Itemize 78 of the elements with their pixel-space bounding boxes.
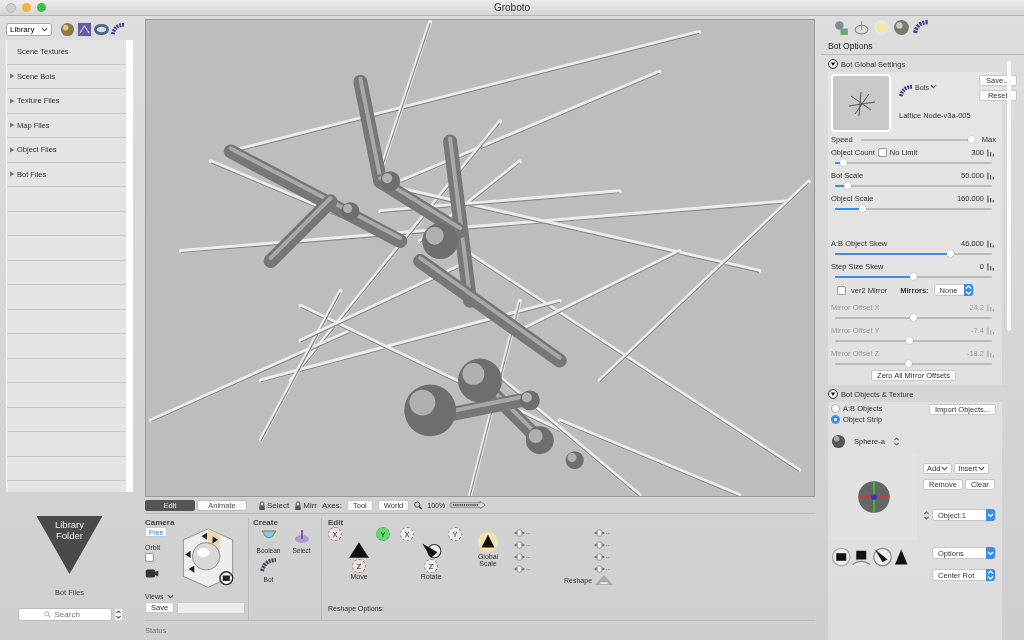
chevron-down-icon <box>41 26 48 32</box>
bar-graph-icon[interactable] <box>987 171 996 180</box>
stepper-icon[interactable] <box>923 509 930 521</box>
disclosure-icon[interactable] <box>9 146 15 153</box>
disclosure-icon[interactable] <box>9 97 15 104</box>
sphere-icon[interactable] <box>893 18 910 36</box>
window-title: Groboto <box>493 2 531 13</box>
disclosure-icon[interactable] <box>9 171 15 178</box>
checkbox[interactable] <box>877 148 887 157</box>
lock-label: Mirr <box>303 500 317 510</box>
collapse-icon[interactable] <box>828 59 838 69</box>
sphere-icon[interactable] <box>60 21 75 37</box>
bot-thumbnail-drawing[interactable] <box>831 74 891 132</box>
video-camera-icon[interactable] <box>145 567 159 580</box>
bar-graph-icon[interactable] <box>987 148 996 157</box>
collapse-icon[interactable] <box>828 389 838 399</box>
chevron-down-icon[interactable] <box>166 594 174 599</box>
rotate-cone-icon[interactable] <box>420 541 442 559</box>
library-dropdown[interactable]: Library <box>6 22 52 36</box>
reshape-handle-icon[interactable] <box>593 529 605 537</box>
camera-title: Camera <box>145 518 176 527</box>
reshape-handle-icon[interactable] <box>514 541 525 549</box>
ring-icon[interactable] <box>94 21 109 37</box>
radio-button[interactable] <box>831 404 840 413</box>
scrollbar[interactable] <box>1007 61 1011 331</box>
bar-graph-icon[interactable] <box>987 262 996 271</box>
sphere-icon <box>831 434 846 449</box>
disclosure-icon[interactable] <box>9 122 15 129</box>
updown-arrows-icon <box>986 569 995 581</box>
slider-thumb[interactable] <box>909 273 917 280</box>
bar-graph-icon[interactable] <box>987 239 996 248</box>
zoom-slider-arrow-icon[interactable] <box>450 501 487 509</box>
view-name-field[interactable] <box>177 602 246 614</box>
lock-icon[interactable] <box>294 500 303 510</box>
global-scale-cone-icon[interactable] <box>477 531 499 553</box>
create-title: Create <box>253 518 278 527</box>
orbit-checkbox[interactable] <box>145 553 154 562</box>
axes-label: Axes: <box>322 500 343 510</box>
radio-button[interactable] <box>831 415 840 424</box>
edit-title: Edit <box>328 518 345 527</box>
stepper-icon[interactable] <box>114 609 122 620</box>
reshape-handle-icon[interactable] <box>593 553 605 561</box>
disclosure-icon[interactable] <box>9 73 15 80</box>
move-cone-icon[interactable] <box>348 541 370 559</box>
view-modes-drawing[interactable] <box>831 547 909 567</box>
checkbox[interactable] <box>837 285 846 295</box>
reshape-handle-icon[interactable] <box>514 553 525 561</box>
reshape-cone-icon[interactable] <box>595 575 614 586</box>
texture-icon[interactable] <box>77 21 92 37</box>
search-field[interactable]: Search <box>17 608 112 621</box>
reshape-handle-icon[interactable] <box>593 541 605 549</box>
chevron-down-icon[interactable] <box>930 84 937 89</box>
bot-icon[interactable] <box>111 21 126 37</box>
updown-arrows-icon <box>963 284 973 296</box>
dish-icon[interactable] <box>853 18 870 36</box>
speed-slider-thumb[interactable] <box>967 136 975 143</box>
bar-graph-icon[interactable] <box>987 194 996 203</box>
reshape-handle-icon[interactable] <box>514 529 525 537</box>
slider-thumb[interactable] <box>947 250 955 257</box>
lock-icon[interactable] <box>258 500 266 510</box>
slider-thumb[interactable] <box>843 182 851 189</box>
reshape-handle-icon[interactable] <box>514 565 525 573</box>
stepper-icon[interactable] <box>892 436 900 447</box>
panel-title: Bot Options <box>821 38 1024 55</box>
reshape-handle-icon[interactable] <box>593 565 605 573</box>
lock-label: Select <box>267 500 290 510</box>
bot-icon[interactable] <box>899 84 914 99</box>
library-folder-funnel[interactable]: Library Folder <box>36 516 103 574</box>
objects-icon[interactable] <box>833 18 850 36</box>
slider-thumb[interactable] <box>859 205 867 212</box>
bowl-icon[interactable] <box>258 527 279 547</box>
slider-thumb[interactable] <box>840 159 848 166</box>
zoom-icon[interactable] <box>414 500 423 510</box>
chevron-down-icon <box>941 466 949 471</box>
search-icon <box>43 611 51 618</box>
lattice-render-drawing[interactable] <box>145 19 815 497</box>
chevron-down-icon <box>978 466 986 471</box>
bot-icon[interactable] <box>913 18 930 36</box>
